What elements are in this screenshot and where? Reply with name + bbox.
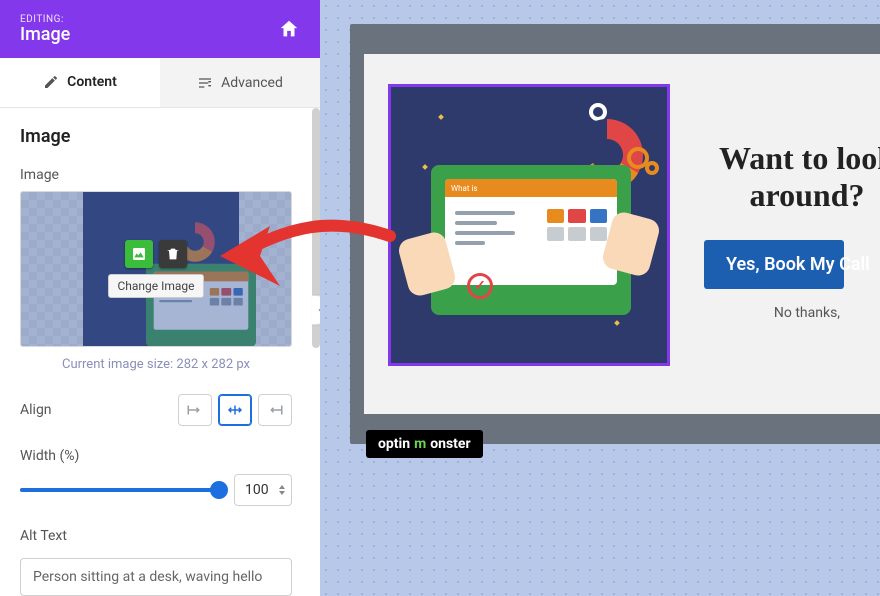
builder-canvas[interactable]: What is Want to look arou xyxy=(320,0,880,596)
image-size-hint: Current image size: 282 x 282 px xyxy=(20,357,292,372)
popup-decline-link[interactable]: No thanks, xyxy=(704,305,880,321)
slider-knob[interactable] xyxy=(210,481,228,499)
align-label: Align xyxy=(20,402,52,418)
trash-icon xyxy=(165,246,181,262)
tab-advanced[interactable]: Advanced xyxy=(160,58,320,107)
image-icon xyxy=(131,246,147,262)
home-icon[interactable] xyxy=(278,18,300,40)
section-title: Image xyxy=(20,126,292,147)
pencil-icon xyxy=(43,74,59,90)
width-slider[interactable] xyxy=(20,488,220,492)
width-label: Width (%) xyxy=(20,448,292,464)
image-thumbnail[interactable]: Change Image xyxy=(20,191,292,347)
delete-image-button[interactable] xyxy=(159,240,187,268)
width-stepper[interactable] xyxy=(279,485,285,495)
tab-label: Advanced xyxy=(221,75,283,91)
popup-cta-button[interactable]: Yes, Book My Call xyxy=(704,240,844,289)
check-icon xyxy=(467,273,493,299)
popup-preview[interactable]: What is Want to look arou xyxy=(350,24,880,444)
popup-image[interactable]: What is xyxy=(388,84,670,366)
editor-sidebar: EDITING: Image Content Advanced Image Im… xyxy=(0,0,320,596)
sidebar-body: Image Image xyxy=(0,108,312,596)
thumbnail-overlay: Change Image xyxy=(21,192,291,346)
width-value: 100 xyxy=(245,482,269,498)
sidebar-tabs: Content Advanced xyxy=(0,58,320,108)
change-image-button[interactable] xyxy=(125,240,153,268)
editing-title: Image xyxy=(20,25,70,45)
popup-headline-1: Want to look xyxy=(704,140,880,177)
align-group xyxy=(178,394,292,426)
align-right-icon xyxy=(266,403,284,417)
width-input[interactable]: 100 xyxy=(234,474,292,506)
popup-headline-2: around? xyxy=(704,177,880,214)
sliders-icon xyxy=(197,75,213,91)
alt-text-input[interactable] xyxy=(20,558,292,596)
change-image-tooltip: Change Image xyxy=(108,274,203,298)
sidebar-header: EDITING: Image xyxy=(0,0,320,58)
brand-badge[interactable]: optinmonster xyxy=(366,430,483,458)
align-center-button[interactable] xyxy=(218,394,252,426)
align-left-button[interactable] xyxy=(178,394,212,426)
tab-label: Content xyxy=(67,74,117,90)
editing-label: EDITING: xyxy=(20,14,70,25)
banner-text: What is xyxy=(451,184,478,193)
alt-label: Alt Text xyxy=(20,528,292,544)
image-field-label: Image xyxy=(20,167,292,183)
align-right-button[interactable] xyxy=(258,394,292,426)
align-left-icon xyxy=(186,403,204,417)
tablet-illustration: What is xyxy=(431,165,631,315)
align-center-icon xyxy=(226,403,244,417)
tab-content[interactable]: Content xyxy=(0,58,160,107)
